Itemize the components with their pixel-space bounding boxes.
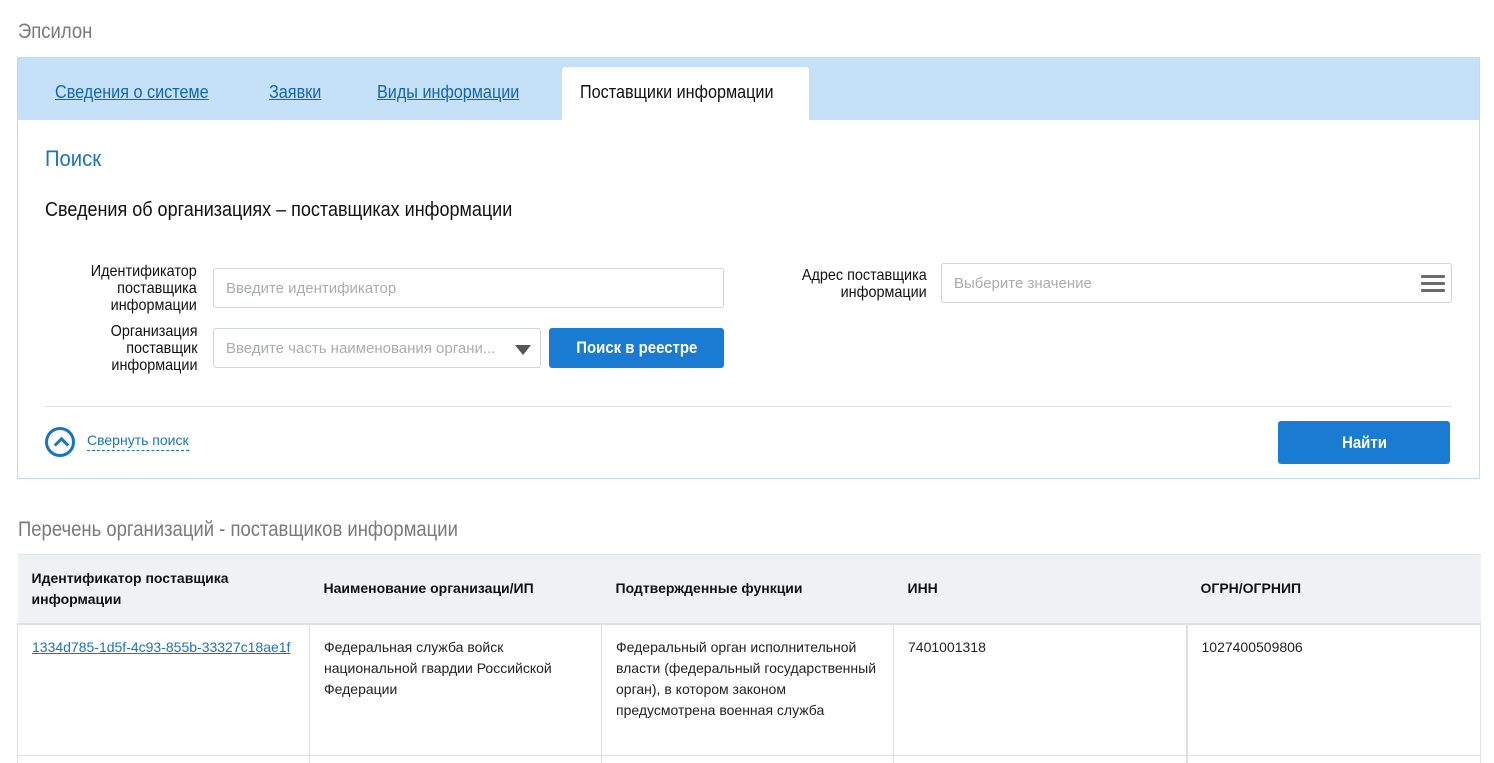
search-panel: Сведения о системе Заявки Виды информаци… [17,57,1480,479]
collapse-search-link[interactable]: Свернуть поиск [87,432,189,451]
list-title: Перечень организаций - поставщиков инфор… [18,518,458,541]
cell-inn: 7401001318 [893,623,1187,756]
organization-placeholder: Введите часть наименования органи... [226,340,496,357]
tab-bar: Сведения о системе Заявки Виды информаци… [18,58,1479,121]
cell-ogrn: 1027400509806 [1185,623,1481,756]
column-header-ogrn[interactable]: ОГРН/ОГРНИП [1186,554,1481,625]
app-title: Эпсилон [18,20,93,43]
provider-id-input[interactable] [213,268,724,308]
table-header-row: Идентификатор поставщика информации Наим… [17,554,1481,625]
provider-address-placeholder: Выберите значение [954,275,1092,292]
provider-address-label: Адрес поставщика информации [802,267,927,301]
section-title: Сведения об организациях – поставщиках и… [45,199,513,221]
providers-table: Идентификатор поставщика информации Наим… [17,554,1481,763]
find-button[interactable]: Найти [1278,421,1450,464]
registry-search-button[interactable]: Поиск в реестре [549,328,724,368]
chevron-up-circle-icon[interactable] [45,427,75,457]
organization-label: Организация поставщик информации [110,323,197,374]
table-row: 1334d785-1d5f-4c93-855b-33327c18ae1f Фед… [17,623,1481,756]
search-heading: Поиск [45,146,102,171]
cell-confirmed-functions: Федеральный орган исполнительной власти … [601,623,894,756]
tab-info-providers[interactable]: Поставщики информации [562,67,809,121]
cell-organization-name: Федеральная служба войск национальной гв… [309,623,602,756]
provider-id-label: Идентификатор поставщика информации [90,263,197,314]
provider-address-select[interactable]: Выберите значение [941,263,1452,303]
divider [45,406,1452,407]
table-row [17,755,1481,763]
cell-provider-id: 1334d785-1d5f-4c93-855b-33327c18ae1f [17,623,310,756]
hamburger-menu-icon[interactable] [1421,275,1445,293]
column-header-provider-id[interactable]: Идентификатор поставщика информации [17,554,310,625]
tab-system-info[interactable]: Сведения о системе [55,82,209,103]
column-header-inn[interactable]: ИНН [893,554,1187,625]
chevron-down-icon[interactable] [515,345,531,355]
organization-combobox[interactable]: Введите часть наименования органи... [213,328,541,368]
tab-requests[interactable]: Заявки [269,82,321,103]
tab-info-providers-label: Поставщики информации [580,82,774,102]
column-header-confirmed-functions[interactable]: Подтвержденные функции [601,554,894,625]
column-header-organization-name[interactable]: Наименование организаци/ИП [309,554,602,625]
tab-info-types[interactable]: Виды информации [377,82,519,103]
provider-id-link[interactable]: 1334d785-1d5f-4c93-855b-33327c18ae1f [32,639,290,655]
